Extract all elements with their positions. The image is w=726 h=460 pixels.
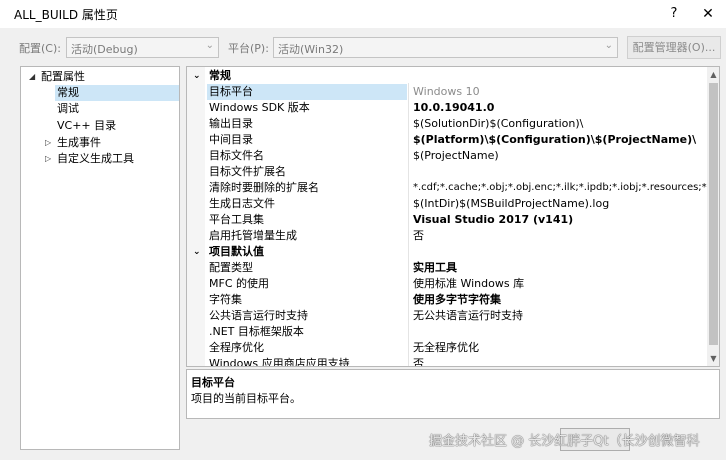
property-name: 启用托管增量生成	[209, 229, 297, 242]
property-value[interactable]: *.cdf;*.cache;*.obj;*.obj.enc;*.ilk;*.ip…	[409, 180, 707, 196]
table-row[interactable]: 目标文件扩展名	[187, 164, 707, 180]
table-row[interactable]: 目标平台 Windows 10	[187, 84, 707, 100]
chevron-down-icon: ⌄	[604, 40, 613, 51]
window-title: ALL_BUILD 属性页	[14, 8, 118, 22]
tree-item-vc-directories[interactable]: VC++ 目录	[57, 118, 116, 134]
table-row[interactable]: 中间目录 $(Platform)\$(Configuration)\$(Proj…	[187, 132, 707, 148]
property-name: 公共语言运行时支持	[209, 309, 308, 322]
expand-toggle-icon[interactable]: ◢	[29, 69, 35, 85]
category-general[interactable]: ⌄ 常规	[187, 68, 707, 84]
vertical-scrollbar[interactable]: ▲ ▼	[707, 67, 719, 366]
description-panel: 目标平台 项目的当前目标平台。	[186, 369, 720, 419]
platform-label: 平台(P):	[228, 42, 269, 55]
property-name: 目标文件名	[209, 149, 264, 162]
table-row[interactable]: 输出目录 $(SolutionDir)$(Configuration)\	[187, 116, 707, 132]
description-title: 目标平台	[191, 376, 235, 389]
property-name: .NET 目标框架版本	[209, 325, 304, 338]
property-value[interactable]: $(ProjectName)	[409, 148, 707, 164]
property-name: 生成日志文件	[209, 197, 275, 210]
property-name: MFC 的使用	[209, 277, 269, 290]
collapsed-toggle-icon[interactable]: ▷	[45, 135, 51, 151]
property-value[interactable]: 实用工具	[409, 260, 707, 276]
property-name: 平台工具集	[209, 213, 264, 226]
help-button[interactable]: ?	[664, 4, 684, 24]
table-row[interactable]: 目标文件名 $(ProjectName)	[187, 148, 707, 164]
property-value[interactable]: 无公共语言运行时支持	[409, 308, 707, 324]
table-row[interactable]: 生成日志文件 $(IntDir)$(MSBuildProjectName).lo…	[187, 196, 707, 212]
configuration-select-value: 活动(Debug)	[71, 43, 138, 56]
platform-select-value: 活动(Win32)	[278, 43, 344, 56]
property-value[interactable]: Windows 10	[409, 84, 707, 100]
table-row[interactable]: 字符集 使用多字节字符集	[187, 292, 707, 308]
configuration-manager-button[interactable]: 配置管理器(O)...	[627, 36, 721, 59]
table-row[interactable]: MFC 的使用 使用标准 Windows 库	[187, 276, 707, 292]
scroll-down-icon[interactable]: ▼	[707, 352, 719, 365]
property-name: Windows SDK 版本	[209, 101, 310, 114]
property-value[interactable]	[409, 324, 707, 340]
table-row[interactable]: 全程序优化 无全程序优化	[187, 340, 707, 356]
table-row[interactable]: 清除时要删除的扩展名 *.cdf;*.cache;*.obj;*.obj.enc…	[187, 180, 707, 196]
close-button[interactable]: ✕	[698, 4, 718, 24]
property-tree: ◢ 配置属性 常规 调试 VC++ 目录 ▷ 生成事件 ▷ 自定义生成工具	[20, 66, 180, 450]
property-value[interactable]: 无全程序优化	[409, 340, 707, 356]
watermark: 掘金技术社区 @ 长沙红胖子Qt（长沙创微智科	[429, 434, 700, 449]
tree-item-configuration-properties[interactable]: 配置属性	[41, 69, 85, 85]
configuration-select[interactable]: 活动(Debug) ⌄	[66, 37, 219, 58]
property-name: 字符集	[209, 293, 242, 306]
configuration-label: 配置(C):	[19, 42, 61, 55]
chevron-down-icon[interactable]: ⌄	[193, 244, 201, 260]
tree-item-debugging[interactable]: 调试	[57, 101, 79, 117]
table-row[interactable]: 平台工具集 Visual Studio 2017 (v141)	[187, 212, 707, 228]
table-row[interactable]: 配置类型 实用工具	[187, 260, 707, 276]
title-bar: ALL_BUILD 属性页 ? ✕	[0, 0, 726, 28]
category-project-defaults[interactable]: ⌄ 项目默认值	[187, 244, 707, 260]
property-name: 配置类型	[209, 261, 253, 274]
property-value[interactable]: $(SolutionDir)$(Configuration)\	[409, 116, 707, 132]
tree-item-custom-build-tool[interactable]: 自定义生成工具	[57, 151, 134, 167]
platform-select[interactable]: 活动(Win32) ⌄	[273, 37, 618, 58]
category-label: 常规	[209, 69, 231, 82]
tree-item-build-events[interactable]: 生成事件	[57, 135, 101, 151]
chevron-down-icon: ⌄	[205, 40, 214, 51]
table-row[interactable]: .NET 目标框架版本	[187, 324, 707, 340]
tree-item-general[interactable]: 常规	[55, 85, 179, 101]
table-row[interactable]: Windows 应用商店应用支持 否	[187, 356, 707, 367]
scroll-up-icon[interactable]: ▲	[707, 68, 719, 81]
description-text: 项目的当前目标平台。	[191, 392, 301, 405]
property-value[interactable]: 使用标准 Windows 库	[409, 276, 707, 292]
property-grid: ⌄ 常规 目标平台 Windows 10 Windows SDK 版本 10.0…	[186, 66, 720, 367]
property-name: 清除时要删除的扩展名	[209, 181, 319, 194]
property-name: 输出目录	[209, 117, 253, 130]
table-row[interactable]: Windows SDK 版本 10.0.19041.0	[187, 100, 707, 116]
scrollbar-thumb[interactable]	[709, 83, 718, 345]
property-name: 中间目录	[209, 133, 253, 146]
property-value[interactable]	[409, 164, 707, 180]
property-value[interactable]: $(Platform)\$(Configuration)\$(ProjectNa…	[409, 132, 707, 148]
property-value[interactable]: $(IntDir)$(MSBuildProjectName).log	[409, 196, 707, 212]
property-name: 目标平台	[207, 84, 407, 100]
property-value[interactable]: 否	[409, 356, 707, 366]
chevron-down-icon[interactable]: ⌄	[193, 68, 201, 84]
category-label: 项目默认值	[209, 245, 264, 258]
property-value[interactable]: 使用多字节字符集	[409, 292, 707, 308]
property-value[interactable]: 10.0.19041.0	[409, 100, 707, 116]
property-name: Windows 应用商店应用支持	[209, 357, 350, 367]
table-row[interactable]: 公共语言运行时支持 无公共语言运行时支持	[187, 308, 707, 324]
property-name: 全程序优化	[209, 341, 264, 354]
property-name: 目标文件扩展名	[209, 165, 286, 178]
table-row[interactable]: 启用托管增量生成 否	[187, 228, 707, 244]
collapsed-toggle-icon[interactable]: ▷	[45, 151, 51, 167]
property-value[interactable]: Visual Studio 2017 (v141)	[409, 212, 707, 228]
property-value[interactable]: 否	[409, 228, 707, 244]
